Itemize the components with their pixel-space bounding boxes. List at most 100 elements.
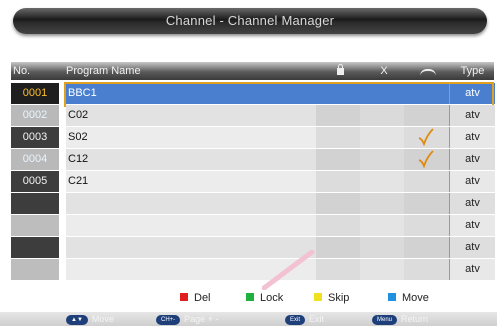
legend-lock-label: Lock [260,292,284,304]
checkmark-icon [418,128,434,146]
hint-bar: ▲▼ Move CH+- Page + - Exit Exit Menu Return [0,312,497,326]
lock-cell[interactable] [316,171,360,192]
program-name: C12 [66,149,318,170]
hint-page: CH+- Page + - [156,313,218,326]
legend-skip[interactable]: Skip [314,290,349,306]
program-name: C21 [66,171,318,192]
exit-key-icon: Exit [285,315,306,325]
program-name [66,193,318,214]
header-type: Type [460,65,485,77]
window-title: Channel - Channel Manager [165,13,335,28]
table-row[interactable]: 0004 C12 atv [11,149,495,171]
program-name: C02 [66,105,318,126]
table-row[interactable]: atv [11,237,495,259]
table-header: No. Program Name X Type [11,62,494,80]
lock-cell[interactable] [316,149,360,170]
channel-type: atv [449,171,495,192]
lock-cell[interactable] [316,127,360,148]
legend-lock[interactable]: Lock [246,290,283,306]
lock-cell[interactable] [316,83,360,104]
delete-cell[interactable] [360,237,404,258]
menu-key-icon: Menu [372,315,398,325]
hint-exit-label: Exit [309,314,325,324]
channel-number: 0002 [11,105,59,126]
table-row[interactable]: 0002 C02 atv [11,105,495,127]
skip-cell[interactable] [404,215,449,236]
delete-cell[interactable] [360,105,404,126]
hint-return: Menu Return [372,313,428,326]
channel-type: atv [449,237,495,258]
channel-number [11,193,59,214]
skip-arc-icon [420,69,436,76]
channel-number: 0003 [11,127,59,148]
lock-cell[interactable] [316,215,360,236]
table-row[interactable]: 0003 S02 atv [11,127,495,149]
checkmark-icon [418,150,434,168]
channel-type: atv [449,83,495,104]
legend: Del Lock Skip Move [0,290,497,306]
skip-cell[interactable] [404,237,449,258]
channel-number [11,259,59,280]
program-name: S02 [66,127,318,148]
channel-number: 0001 [11,83,59,104]
delete-cell[interactable] [360,193,404,214]
channel-table: 0001 BBC1 atv 0002 C02 atv 0003 S02 atv 0004 C12 at… [11,82,495,281]
skip-cell[interactable] [404,171,449,192]
green-square-icon [246,293,254,301]
skip-cell[interactable] [404,127,449,148]
legend-move[interactable]: Move [388,290,429,306]
table-row[interactable]: atv [11,259,495,281]
delete-cell[interactable] [360,259,404,280]
lock-cell[interactable] [316,105,360,126]
red-square-icon [180,293,188,301]
delete-cell[interactable] [360,215,404,236]
channel-type: atv [449,127,495,148]
header-lock [318,62,362,80]
hint-exit: Exit Exit [285,313,324,326]
delete-cell[interactable] [360,171,404,192]
legend-del[interactable]: Del [180,290,211,306]
table-row[interactable]: atv [11,193,495,215]
hint-move: ▲▼ Move [66,313,114,326]
table-row[interactable]: 0005 C21 atv [11,171,495,193]
skip-cell[interactable] [404,105,449,126]
lock-cell[interactable] [316,193,360,214]
channel-number: 0004 [11,149,59,170]
legend-move-label: Move [402,292,429,304]
channel-type: atv [449,259,495,280]
channel-type: atv [449,105,495,126]
table-row[interactable]: atv [11,215,495,237]
lock-icon [336,64,344,75]
legend-skip-label: Skip [328,292,350,304]
channel-type: atv [449,215,495,236]
title-bar: Channel - Channel Manager [13,8,487,34]
skip-cell[interactable] [404,259,449,280]
hint-return-label: Return [401,314,429,324]
skip-cell[interactable] [404,149,449,170]
header-program-name: Program Name [66,65,141,77]
yellow-square-icon [314,293,322,301]
channel-number [11,215,59,236]
delete-cell[interactable] [360,149,404,170]
program-name: BBC1 [66,83,318,104]
decorative-stroke [262,250,315,290]
channel-type: atv [449,149,495,170]
ch-key-icon: CH+- [156,315,181,325]
arrow-key-icon: ▲▼ [66,315,88,325]
skip-cell[interactable] [404,193,449,214]
channel-number [11,237,59,258]
channel-type: atv [449,193,495,214]
delete-cell[interactable] [360,83,404,104]
table-row[interactable]: 0001 BBC1 atv [11,82,495,107]
skip-cell[interactable] [404,83,449,104]
delete-cell[interactable] [360,127,404,148]
program-name [66,215,318,236]
hint-move-label: Move [91,314,114,324]
header-skip [406,62,450,80]
header-no: No. [13,65,31,77]
header-delete: X [380,65,388,77]
legend-del-label: Del [194,292,211,304]
hint-page-label: Page + - [184,314,219,324]
blue-square-icon [388,293,396,301]
channel-number: 0005 [11,171,59,192]
